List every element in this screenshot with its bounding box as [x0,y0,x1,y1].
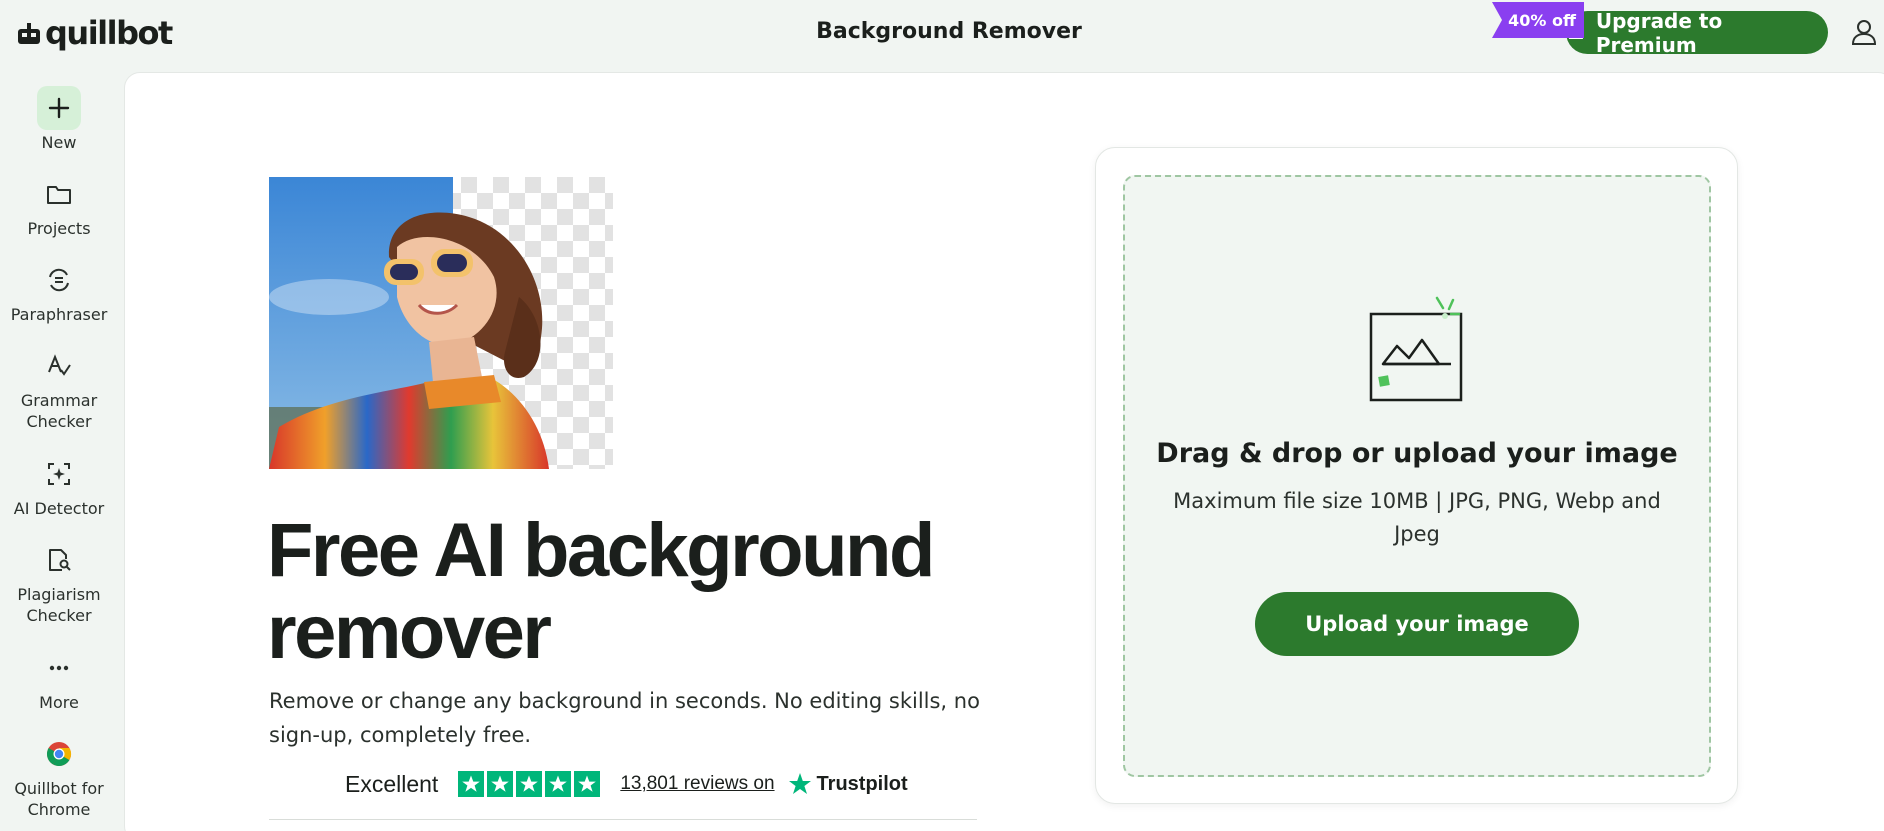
rating-star-icon [458,771,485,797]
hero-subtext: Remove or change any background in secon… [269,689,980,747]
sidebar-item-label: Paraphraser [10,305,108,324]
hero-image-before-after [269,177,613,469]
section-divider [269,819,977,820]
trustpilot-rating: Excellent 13,801 reviews on Trustpilot [345,768,908,800]
image-upload-icon [1369,296,1463,402]
sidebar-item-chrome-extension[interactable]: Quillbot for Chrome [0,732,118,820]
rating-star-icon [487,771,514,797]
trustpilot-star-icon [788,773,811,794]
sidebar-item-more[interactable]: More [0,646,118,713]
grammar-icon [37,344,81,388]
chrome-icon [37,732,81,776]
hero-headline: Free AI background remover [267,508,935,675]
trustpilot-text: Trustpilot [816,772,908,795]
sidebar-item-ai-detector[interactable]: AI Detector [0,452,118,519]
dropzone-title: Drag & drop or upload your image [1156,438,1678,469]
sidebar-item-label: New [41,133,77,152]
rating-label: Excellent [345,770,439,797]
upgrade-premium-button[interactable]: Upgrade to Premium [1566,8,1828,57]
rating-star-icon [545,771,572,797]
reviews-link[interactable]: 13,801 reviews on [620,773,774,795]
top-bar: quillbot Background Remover 40% off Upgr… [0,0,1884,66]
rating-star-icon [574,771,601,797]
sidebar-item-label: Quillbot for Chrome [14,779,104,819]
more-icon [37,646,81,690]
sidebar-item-label: Plagiarism Checker [17,585,101,625]
sidebar-item-label: Projects [27,219,91,238]
upgrade-label: Upgrade to Premium [1595,8,1723,57]
user-account-icon[interactable] [1850,18,1878,46]
trustpilot-logo[interactable]: Trustpilot [787,771,908,797]
sidebar-item-label: More [39,693,79,712]
sidebar-item-projects[interactable]: Projects [0,172,118,239]
dropzone-subtitle: Maximum file size 10MB | JPG, PNG, Webp … [1173,489,1661,546]
sidebar-item-grammar-checker[interactable]: Grammar Checker [0,344,118,432]
folder-icon [37,172,81,216]
plagiarism-icon [37,538,81,582]
upload-image-button[interactable]: Upload your image [1255,592,1579,656]
discount-badge: 40% off [1492,2,1584,38]
sidebar-item-plagiarism-checker[interactable]: Plagiarism Checker [0,538,118,626]
paraphraser-icon [37,258,81,302]
ai-detector-icon [37,452,81,496]
image-dropzone[interactable] [1123,175,1711,777]
hero-illustration [269,177,613,469]
rating-stars [458,771,601,797]
sidebar-item-label: AI Detector [13,499,105,518]
sidebar-item-new[interactable]: New [0,86,118,153]
rating-star-icon [516,771,543,797]
plus-icon [37,86,81,130]
sidebar-item-paraphraser[interactable]: Paraphraser [0,258,118,325]
sidebar-nav: New Projects Paraphraser Grammar Checker [0,70,118,831]
sidebar-item-label: Grammar Checker [20,391,98,431]
